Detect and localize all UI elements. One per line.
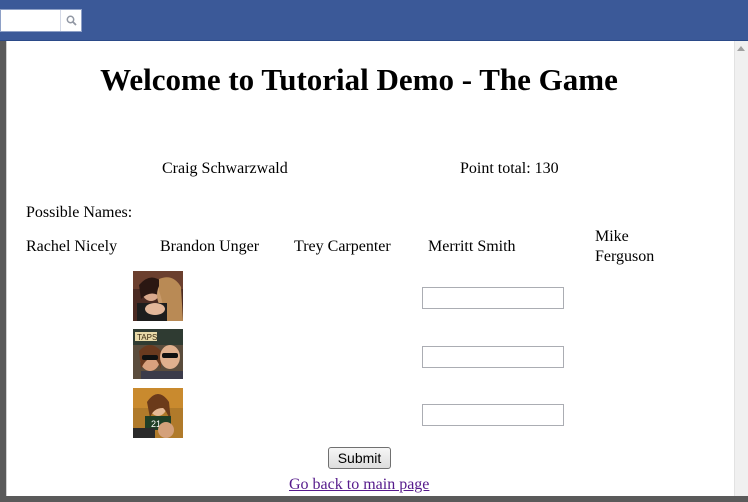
name-option-1: Rachel Nicely (26, 238, 118, 255)
answer-input-1[interactable] (422, 287, 564, 309)
name-option-3: Trey Carpenter (294, 238, 391, 255)
name-option-4: Merritt Smith (428, 238, 516, 255)
search-box[interactable] (0, 9, 82, 32)
content-frame (6, 41, 735, 496)
window-bottom-border (0, 496, 748, 502)
svg-text:TAPS: TAPS (137, 333, 157, 342)
top-navigation-bar (0, 0, 748, 41)
scroll-up-arrow-icon[interactable] (737, 46, 745, 51)
person-photo-3: 21 (133, 388, 183, 438)
name-option-5-line-2: Ferguson (595, 248, 655, 265)
search-icon (66, 15, 77, 26)
search-button[interactable] (60, 10, 81, 31)
person-photo-2: TAPS (133, 329, 183, 379)
search-input[interactable] (3, 12, 59, 28)
possible-names-label: Possible Names: (26, 204, 133, 221)
vertical-scrollbar[interactable] (734, 41, 748, 502)
name-option-5-line-1: Mike (595, 228, 629, 245)
person-photo-1 (133, 271, 183, 321)
page-title: Welcome to Tutorial Demo - The Game (100, 62, 618, 97)
answer-input-3[interactable] (422, 404, 564, 426)
player-name: Craig Schwarzwald (162, 160, 288, 177)
submit-button[interactable]: Submit (328, 447, 391, 469)
back-to-main-link[interactable]: Go back to main page (289, 475, 429, 495)
name-option-2: Brandon Unger (160, 238, 260, 255)
answer-input-2[interactable] (422, 346, 564, 368)
point-total: Point total: 130 (460, 160, 559, 177)
